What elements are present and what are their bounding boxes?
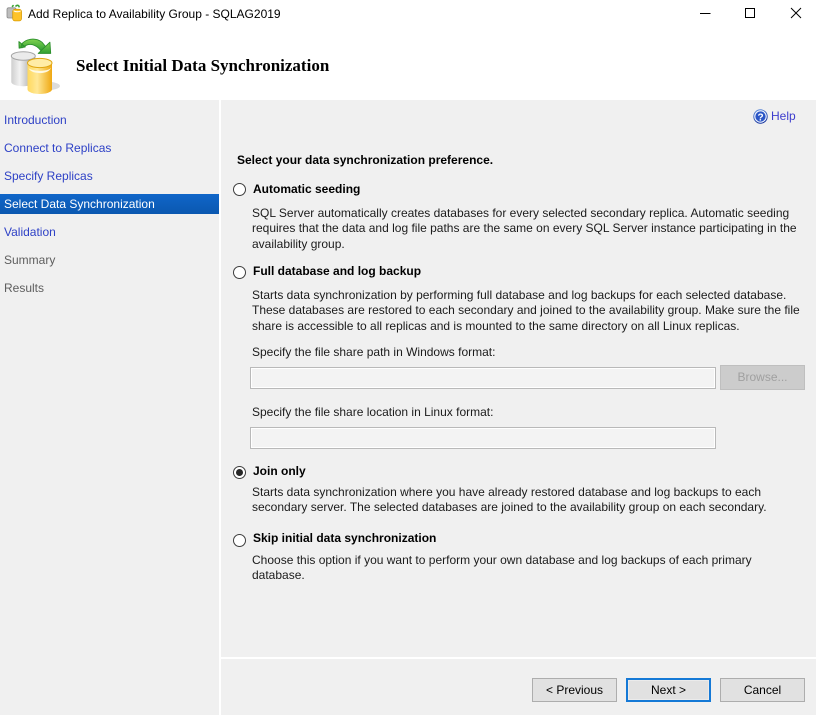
svg-text:?: ? bbox=[757, 112, 763, 123]
